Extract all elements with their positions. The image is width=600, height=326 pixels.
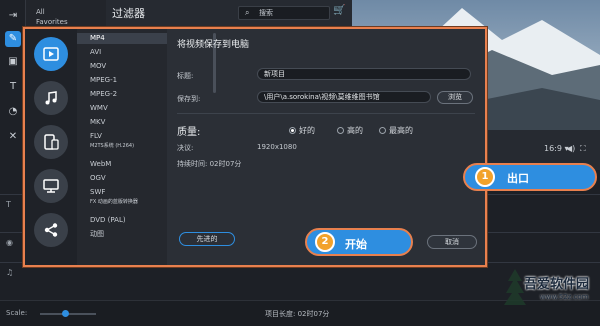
scale-label: Scale:: [6, 309, 28, 317]
devices-tab[interactable]: [34, 125, 68, 159]
text-track-icon[interactable]: T: [6, 200, 11, 209]
radio-checked-icon: [289, 127, 296, 134]
format-item-webm[interactable]: WebM: [77, 159, 167, 170]
save-to-label: 保存到:: [177, 95, 201, 103]
format-item-mp4[interactable]: MP4: [77, 33, 167, 44]
export-label: 出口: [507, 172, 529, 185]
format-item-wmv[interactable]: WMV: [77, 103, 167, 114]
share-online-tab[interactable]: [34, 213, 68, 247]
more-tools-icon[interactable]: ✕: [5, 129, 21, 145]
start-button-label: 开始: [345, 238, 367, 251]
file-name-field[interactable]: 新项目: [257, 68, 471, 80]
audio-file-tab[interactable]: [34, 81, 68, 115]
fullscreen-icon[interactable]: ⛶: [580, 144, 586, 154]
cancel-button[interactable]: 取消: [427, 235, 477, 249]
save-path-field[interactable]: \用户\a.sorokina\视频\莫维维图书馆: [257, 91, 431, 103]
devices-icon: [44, 134, 59, 150]
filters-tool-icon[interactable]: ✎: [5, 31, 21, 47]
export-destination-rail: [25, 29, 77, 265]
watermark-name: 吾爱软件园: [524, 277, 590, 292]
format-item-avi[interactable]: AVI: [77, 47, 167, 58]
export-dialog: MP4 AVI MOV MPEG-1 MPEG-2 WMV MKV FLV M2…: [23, 27, 487, 267]
quality-option-highest[interactable]: 最高的: [379, 125, 413, 136]
format-item-mkv[interactable]: MKV: [77, 117, 167, 128]
quality-option-label: 高的: [347, 126, 363, 135]
format-item-mov[interactable]: MOV: [77, 61, 167, 72]
filter-category-all[interactable]: All: [36, 8, 45, 16]
radio-icon: [379, 127, 386, 134]
radio-icon: [337, 127, 344, 134]
search-placeholder: 搜索: [259, 9, 273, 17]
format-item-m2ts[interactable]: M2TS系统 (H.264): [77, 141, 167, 152]
video-track-icon[interactable]: ◉: [6, 238, 13, 247]
search-input[interactable]: ⌕ 搜索: [238, 6, 330, 20]
duration-info: 持续时间: 02时07分: [177, 160, 242, 168]
music-note-icon: [45, 91, 57, 105]
start-button[interactable]: 2 开始: [305, 228, 413, 256]
quality-option-good[interactable]: 好的: [289, 125, 315, 136]
aspect-ratio-select[interactable]: 16:9 ▾: [544, 144, 569, 153]
filter-category-favorites[interactable]: Favorites: [36, 18, 68, 26]
resolution-label: 决议:: [177, 144, 194, 152]
browse-button[interactable]: 浏览: [437, 91, 473, 104]
titles-icon[interactable]: T: [5, 79, 21, 95]
quality-option-high[interactable]: 高的: [337, 125, 363, 136]
format-item-ogv[interactable]: OGV: [77, 173, 167, 184]
quality-option-label: 最高的: [389, 126, 413, 135]
name-label: 标题:: [177, 72, 194, 80]
export-button-callout[interactable]: 1 出口: [463, 163, 597, 191]
step-2-badge: 2: [315, 232, 335, 252]
resolution-value: 1920x1080: [257, 143, 297, 151]
format-item-gif[interactable]: 动图: [77, 229, 167, 240]
quality-option-label: 好的: [299, 126, 315, 135]
project-length: 项目长度: 02时07分: [265, 310, 330, 318]
audio-track-icon[interactable]: ♫: [6, 268, 13, 277]
format-item-mpeg2[interactable]: MPEG-2: [77, 89, 167, 100]
dialog-title: 将视频保存到电脑: [177, 40, 250, 50]
section-divider: [177, 113, 475, 114]
format-item-dvd-pal[interactable]: DVD (PAL): [77, 215, 167, 226]
watermark-url: www.52z.com: [540, 293, 589, 301]
export-settings-panel: 将视频保存到电脑 标题: 新项目 保存到: \用户\a.sorokina\视频\…: [167, 29, 485, 265]
quality-label: 质量:: [177, 127, 201, 138]
format-item-mpeg1[interactable]: MPEG-1: [77, 75, 167, 86]
format-list: MP4 AVI MOV MPEG-1 MPEG-2 WMV MKV FLV M2…: [77, 29, 216, 265]
scale-slider-handle[interactable]: [62, 310, 69, 317]
filters-heading: 过滤器: [112, 7, 145, 20]
format-item-fx[interactable]: FX 动画的蓝版转换器: [77, 197, 167, 208]
import-icon[interactable]: ⇥: [5, 8, 21, 24]
cart-icon[interactable]: 🛒: [333, 5, 345, 16]
monitor-icon: [43, 179, 59, 193]
share-icon: [44, 223, 58, 237]
site-watermark: 吾爱软件园 www.52z.com: [500, 263, 596, 315]
search-icon: ⌕: [245, 8, 250, 17]
video-player-icon: [43, 47, 59, 61]
volume-icon[interactable]: ◀): [566, 144, 575, 153]
video-file-tab[interactable]: [34, 37, 68, 71]
stickers-icon[interactable]: ◔: [5, 104, 21, 120]
tv-tab[interactable]: [34, 169, 68, 203]
step-1-badge: 1: [475, 167, 495, 187]
advanced-button[interactable]: 先进的: [179, 232, 235, 246]
transitions-icon[interactable]: ▣: [5, 54, 21, 70]
